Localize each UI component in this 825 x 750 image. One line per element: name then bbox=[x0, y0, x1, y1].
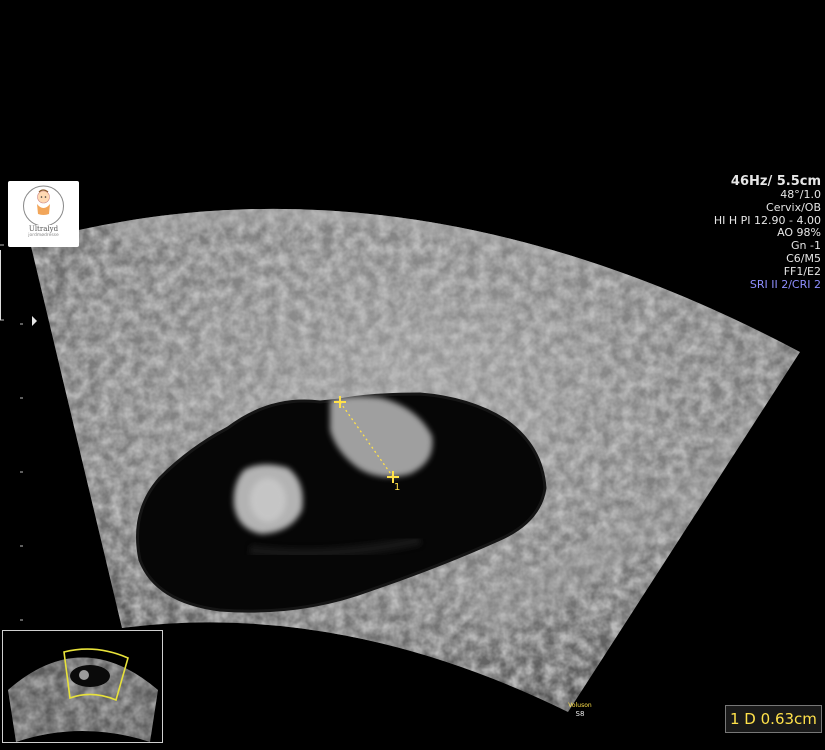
device-brand: Voluson S8 bbox=[565, 702, 595, 718]
param-preset: Cervix/OB bbox=[766, 200, 821, 214]
triangle-right-icon bbox=[32, 316, 37, 326]
param-angle: 48°/1.0 bbox=[780, 188, 821, 201]
scan-parameters-panel: 46Hz/ 5.5cm 48°/1.0 Cervix/OB HI H PI 12… bbox=[714, 174, 821, 291]
caliper-label: 1 bbox=[394, 482, 401, 493]
param-ff: FF1/E2 bbox=[783, 264, 821, 278]
brand-line-1: Voluson bbox=[568, 702, 592, 709]
baby-face-icon bbox=[23, 185, 64, 225]
logo-name: Ultralyd bbox=[28, 225, 59, 233]
brand-line-2: S8 bbox=[575, 710, 585, 718]
overview-thumbnail bbox=[2, 630, 163, 743]
param-sri: SRI II 2/CRI 2 bbox=[749, 277, 821, 291]
param-frequency-depth: 46Hz/ 5.5cm bbox=[730, 174, 821, 189]
clinic-logo: Ultralyd jordmødresse bbox=[8, 181, 79, 247]
logo-subtitle: jordmødresse bbox=[28, 233, 59, 238]
depth-scale bbox=[0, 244, 23, 621]
param-cm: C6/M5 bbox=[786, 251, 821, 265]
measurement-result: 1 D 0.63cm bbox=[725, 705, 822, 733]
